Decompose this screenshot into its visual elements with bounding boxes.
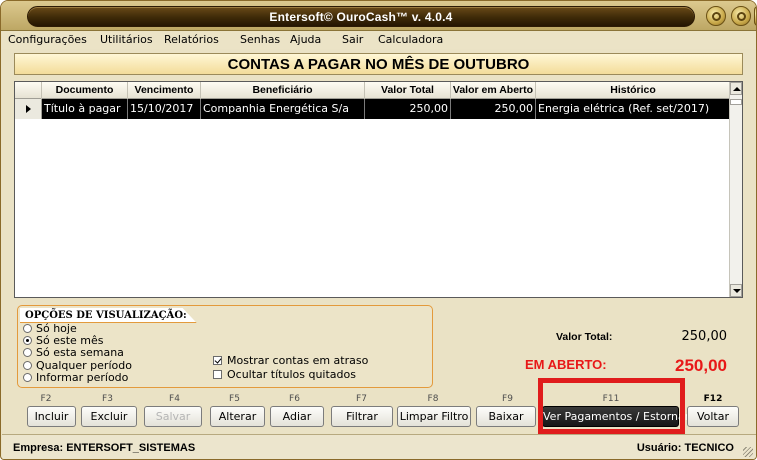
fkey-f11: F11: [602, 394, 620, 404]
app-window: Entersoft© OuroCash™ v. 4.0.4 Configuraç…: [0, 0, 757, 460]
radio-selected-icon: [23, 336, 32, 345]
filtrar-button[interactable]: Filtrar: [331, 406, 393, 427]
radio-label: Informar período: [36, 371, 129, 384]
baixar-button[interactable]: Baixar: [476, 406, 536, 427]
table-row[interactable]: Título à pagar 15/10/2017 Companhia Ener…: [15, 99, 730, 119]
limpar-filtro-button[interactable]: Limpar Filtro: [397, 406, 471, 427]
cell-beneficiario: Companhia Energética S/a: [201, 99, 365, 119]
alterar-button[interactable]: Alterar: [210, 406, 265, 427]
menu-ajuda[interactable]: Ajuda: [290, 33, 321, 46]
window-title: Entersoft© OuroCash™ v. 4.0.4: [269, 10, 453, 24]
accounts-table[interactable]: Documento Vencimento Beneficiário Valor …: [14, 81, 743, 298]
scroll-thumb[interactable]: [730, 99, 742, 105]
title-bar[interactable]: Entersoft© OuroCash™ v. 4.0.4: [1, 1, 756, 31]
cell-valor-total: 250,00: [365, 99, 451, 119]
company-label: Empresa: ENTERSOFT_SISTEMAS: [13, 442, 196, 454]
user-label: Usuário: TECNICO: [636, 442, 734, 454]
cell-documento: Título à pagar: [42, 99, 128, 119]
menu-utilitarios[interactable]: Utilitários: [100, 33, 153, 46]
total-label: Valor Total:: [556, 331, 613, 343]
page-title: CONTAS A PAGAR NO MÊS DE OUTUBRO: [14, 53, 743, 75]
resize-grip-icon[interactable]: [743, 447, 753, 457]
fkey-f7: F7: [356, 394, 367, 404]
view-options-title: OPÇÕES DE VISUALIZAÇÃO:: [20, 308, 197, 323]
table-header: Documento Vencimento Beneficiário Valor …: [15, 82, 730, 99]
col-vencimento[interactable]: Vencimento: [128, 82, 201, 99]
col-valor-aberto[interactable]: Valor em Aberto: [451, 82, 536, 99]
open-amount-label: EM ABERTO:: [525, 357, 607, 372]
radio-informar-periodo[interactable]: Informar período: [23, 371, 128, 384]
col-historico[interactable]: Histórico: [536, 82, 730, 99]
col-beneficiario[interactable]: Beneficiário: [201, 82, 365, 99]
total-value: 250,00: [681, 329, 728, 344]
maximize-icon[interactable]: [731, 6, 751, 26]
radio-so-esta-semana[interactable]: Só esta semana: [23, 346, 124, 359]
check-ocultar-quitados[interactable]: Ocultar títulos quitados: [213, 368, 356, 381]
radio-icon: [23, 361, 32, 370]
voltar-button[interactable]: Voltar: [687, 406, 739, 427]
fkey-f9: F9: [502, 394, 513, 404]
col-valor-total[interactable]: Valor Total: [365, 82, 451, 99]
menu-calculadora[interactable]: Calculadora: [378, 33, 443, 46]
checkbox-icon: [213, 370, 222, 379]
incluir-button[interactable]: Incluir: [27, 406, 76, 427]
scroll-down-icon[interactable]: [730, 284, 742, 297]
radio-icon: [23, 324, 32, 333]
fkey-f5: F5: [229, 394, 240, 404]
scroll-up-icon[interactable]: [730, 82, 742, 95]
radio-icon: [23, 373, 32, 382]
fkey-f6: F6: [289, 394, 300, 404]
fkey-f2: F2: [40, 394, 52, 404]
checkbox-label: Ocultar títulos quitados: [227, 368, 356, 381]
menu-bar: Configurações Utilitários Relatórios Sen…: [2, 31, 756, 49]
checkbox-label: Mostrar contas em atraso: [227, 354, 369, 367]
menu-senhas[interactable]: Senhas: [240, 33, 280, 46]
cell-valor-aberto: 250,00: [451, 99, 536, 119]
menu-sair[interactable]: Sair: [342, 33, 363, 46]
checkbox-checked-icon: [213, 356, 222, 365]
header-selector: [15, 82, 42, 99]
col-documento[interactable]: Documento: [42, 82, 128, 99]
menu-relatorios[interactable]: Relatórios: [164, 33, 219, 46]
status-bar: Empresa: ENTERSOFT_SISTEMAS Usuário: TEC…: [2, 434, 756, 459]
excluir-button[interactable]: Excluir: [81, 406, 137, 427]
fkey-f12: F12: [703, 394, 723, 404]
radio-icon: [23, 348, 32, 357]
cell-vencimento: 15/10/2017: [128, 99, 201, 119]
cell-historico: Energia elétrica (Ref. set/2017): [536, 99, 730, 119]
vertical-scrollbar[interactable]: [729, 82, 742, 297]
salvar-button[interactable]: Salvar: [144, 406, 202, 427]
radio-label: Só esta semana: [36, 346, 124, 359]
ver-pagamentos-button[interactable]: Ver Pagamentos / Estornar: [542, 406, 689, 427]
check-mostrar-atraso[interactable]: Mostrar contas em atraso: [213, 354, 368, 367]
adiar-button[interactable]: Adiar: [270, 406, 324, 427]
fkey-f8: F8: [427, 394, 439, 404]
menu-configuracoes[interactable]: Configurações: [8, 33, 87, 46]
title-pill: Entersoft© OuroCash™ v. 4.0.4: [27, 6, 695, 27]
view-options-panel: OPÇÕES DE VISUALIZAÇÃO: Só hoje Só este …: [17, 305, 433, 388]
fkey-f3: F3: [102, 394, 113, 404]
fkey-f4: F4: [169, 394, 180, 404]
open-amount-value: 250,00: [675, 356, 727, 375]
minimize-icon[interactable]: [706, 6, 726, 26]
